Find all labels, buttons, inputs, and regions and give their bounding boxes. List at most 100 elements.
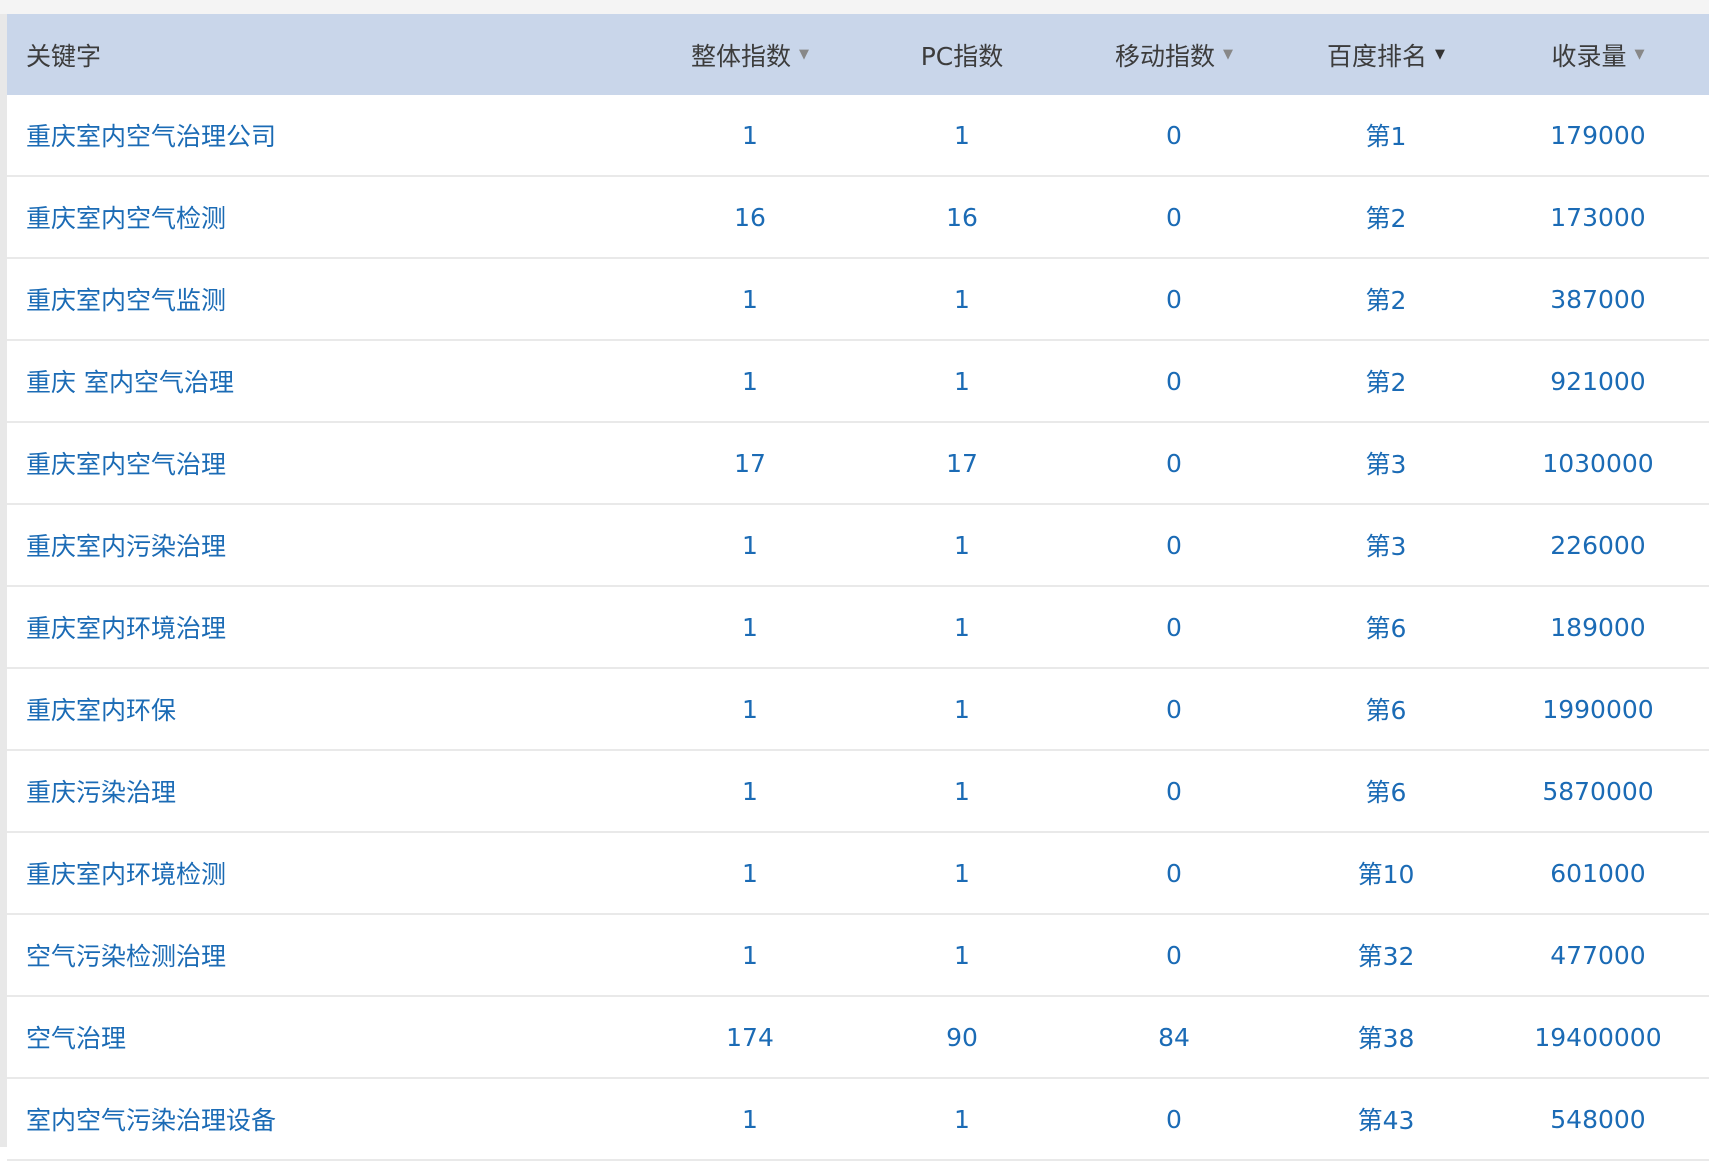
pc-index-link[interactable]: 1	[954, 121, 970, 150]
baidu-rank-link[interactable]: 第38	[1358, 1019, 1415, 1055]
mobile-index-link[interactable]: 0	[1166, 613, 1182, 642]
mobile-index-link[interactable]: 0	[1166, 1105, 1182, 1134]
mobile-index-link[interactable]: 0	[1166, 695, 1182, 724]
header-baidu-rank[interactable]: 百度排名 ▼	[1280, 37, 1492, 73]
top-strip	[0, 0, 1709, 14]
sort-caret-icon[interactable]: ▼	[1635, 47, 1645, 62]
overall-index-link[interactable]: 1	[742, 613, 758, 642]
mobile-index-link[interactable]: 0	[1166, 859, 1182, 888]
indexed-count-link[interactable]: 921000	[1550, 367, 1645, 396]
keyword-link[interactable]: 重庆室内环境检测	[26, 855, 226, 891]
indexed-count-link[interactable]: 189000	[1550, 613, 1645, 642]
baidu-rank-cell: 第1	[1280, 117, 1492, 153]
indexed-count-link[interactable]: 19400000	[1534, 1023, 1661, 1052]
keyword-link[interactable]: 重庆室内空气治理	[26, 445, 226, 481]
mobile-index-link[interactable]: 0	[1166, 367, 1182, 396]
baidu-rank-link[interactable]: 第3	[1366, 445, 1407, 481]
pc-index-link[interactable]: 1	[954, 695, 970, 724]
mobile-index-link[interactable]: 0	[1166, 203, 1182, 232]
indexed-count-link[interactable]: 1990000	[1542, 695, 1653, 724]
overall-index-link[interactable]: 1	[742, 121, 758, 150]
baidu-rank-link[interactable]: 第6	[1366, 773, 1407, 809]
indexed-count-link[interactable]: 179000	[1550, 121, 1645, 150]
overall-index-link[interactable]: 1	[742, 531, 758, 560]
keyword-link[interactable]: 重庆室内空气治理公司	[26, 117, 276, 153]
pc-index-link[interactable]: 1	[954, 859, 970, 888]
baidu-rank-link[interactable]: 第6	[1366, 609, 1407, 645]
keyword-link[interactable]: 重庆室内环境治理	[26, 609, 226, 645]
keyword-link[interactable]: 重庆 室内空气治理	[26, 363, 234, 399]
mobile-index-link[interactable]: 0	[1166, 285, 1182, 314]
sort-caret-icon[interactable]: ▼	[1435, 47, 1445, 62]
keyword-cell: 重庆污染治理	[7, 773, 644, 809]
indexed-count-link[interactable]: 387000	[1550, 285, 1645, 314]
keyword-link[interactable]: 重庆污染治理	[26, 773, 176, 809]
baidu-rank-cell: 第38	[1280, 1019, 1492, 1055]
keyword-link[interactable]: 重庆室内空气检测	[26, 199, 226, 235]
header-indexed-count[interactable]: 收录量 ▼	[1492, 37, 1704, 73]
keyword-table: 关键字 整体指数 ▼ PC指数 移动指数 ▼ 百度排名 ▼ 收录量 ▼ 重庆室内…	[7, 14, 1709, 1161]
pc-index-link[interactable]: 1	[954, 1105, 970, 1134]
mobile-index-link[interactable]: 0	[1166, 777, 1182, 806]
sort-caret-icon[interactable]: ▼	[1223, 47, 1233, 62]
mobile-index-link[interactable]: 0	[1166, 941, 1182, 970]
pc-index-link[interactable]: 1	[954, 613, 970, 642]
baidu-rank-link[interactable]: 第43	[1358, 1101, 1415, 1137]
table-row: 重庆 室内空气治理 1 1 0 第2 921000	[7, 341, 1709, 423]
mobile-index-cell: 84	[1068, 1023, 1280, 1052]
table-row: 空气污染检测治理 1 1 0 第32 477000	[7, 915, 1709, 997]
pc-index-link[interactable]: 1	[954, 777, 970, 806]
overall-index-link[interactable]: 1	[742, 859, 758, 888]
header-overall-index[interactable]: 整体指数 ▼	[644, 37, 856, 73]
pc-index-link[interactable]: 90	[946, 1023, 978, 1052]
pc-index-link[interactable]: 1	[954, 941, 970, 970]
keyword-link[interactable]: 重庆室内空气监测	[26, 281, 226, 317]
pc-index-link[interactable]: 1	[954, 531, 970, 560]
indexed-count-link[interactable]: 173000	[1550, 203, 1645, 232]
indexed-count-link[interactable]: 477000	[1550, 941, 1645, 970]
baidu-rank-link[interactable]: 第6	[1366, 691, 1407, 727]
overall-index-link[interactable]: 1	[742, 695, 758, 724]
indexed-count-cell: 5870000	[1492, 777, 1704, 806]
overall-index-link[interactable]: 1	[742, 367, 758, 396]
mobile-index-link[interactable]: 0	[1166, 531, 1182, 560]
indexed-count-link[interactable]: 601000	[1550, 859, 1645, 888]
indexed-count-link[interactable]: 548000	[1550, 1105, 1645, 1134]
keyword-link[interactable]: 空气治理	[26, 1019, 126, 1055]
overall-index-link[interactable]: 17	[734, 449, 766, 478]
keyword-link[interactable]: 空气污染检测治理	[26, 937, 226, 973]
pc-index-cell: 1	[856, 367, 1068, 396]
mobile-index-link[interactable]: 0	[1166, 121, 1182, 150]
baidu-rank-link[interactable]: 第3	[1366, 527, 1407, 563]
mobile-index-cell: 0	[1068, 859, 1280, 888]
sort-caret-icon[interactable]: ▼	[799, 47, 809, 62]
overall-index-link[interactable]: 174	[726, 1023, 774, 1052]
keyword-link[interactable]: 室内空气污染治理设备	[26, 1101, 276, 1137]
overall-index-link[interactable]: 1	[742, 941, 758, 970]
baidu-rank-link[interactable]: 第2	[1366, 199, 1407, 235]
overall-index-link[interactable]: 1	[742, 777, 758, 806]
baidu-rank-link[interactable]: 第2	[1366, 281, 1407, 317]
indexed-count-link[interactable]: 5870000	[1542, 777, 1653, 806]
pc-index-link[interactable]: 1	[954, 367, 970, 396]
overall-index-link[interactable]: 1	[742, 285, 758, 314]
keyword-link[interactable]: 重庆室内污染治理	[26, 527, 226, 563]
indexed-count-link[interactable]: 226000	[1550, 531, 1645, 560]
mobile-index-link[interactable]: 84	[1158, 1023, 1190, 1052]
baidu-rank-link[interactable]: 第1	[1366, 117, 1407, 153]
baidu-rank-link[interactable]: 第2	[1366, 363, 1407, 399]
pc-index-cell: 90	[856, 1023, 1068, 1052]
pc-index-link[interactable]: 16	[946, 203, 978, 232]
pc-index-link[interactable]: 17	[946, 449, 978, 478]
mobile-index-link[interactable]: 0	[1166, 449, 1182, 478]
indexed-count-cell: 179000	[1492, 121, 1704, 150]
indexed-count-link[interactable]: 1030000	[1542, 449, 1653, 478]
keyword-link[interactable]: 重庆室内环保	[26, 691, 176, 727]
baidu-rank-link[interactable]: 第32	[1358, 937, 1415, 973]
overall-index-link[interactable]: 1	[742, 1105, 758, 1134]
left-edge	[0, 14, 7, 1147]
baidu-rank-link[interactable]: 第10	[1358, 855, 1415, 891]
overall-index-link[interactable]: 16	[734, 203, 766, 232]
header-mobile-index[interactable]: 移动指数 ▼	[1068, 37, 1280, 73]
pc-index-link[interactable]: 1	[954, 285, 970, 314]
